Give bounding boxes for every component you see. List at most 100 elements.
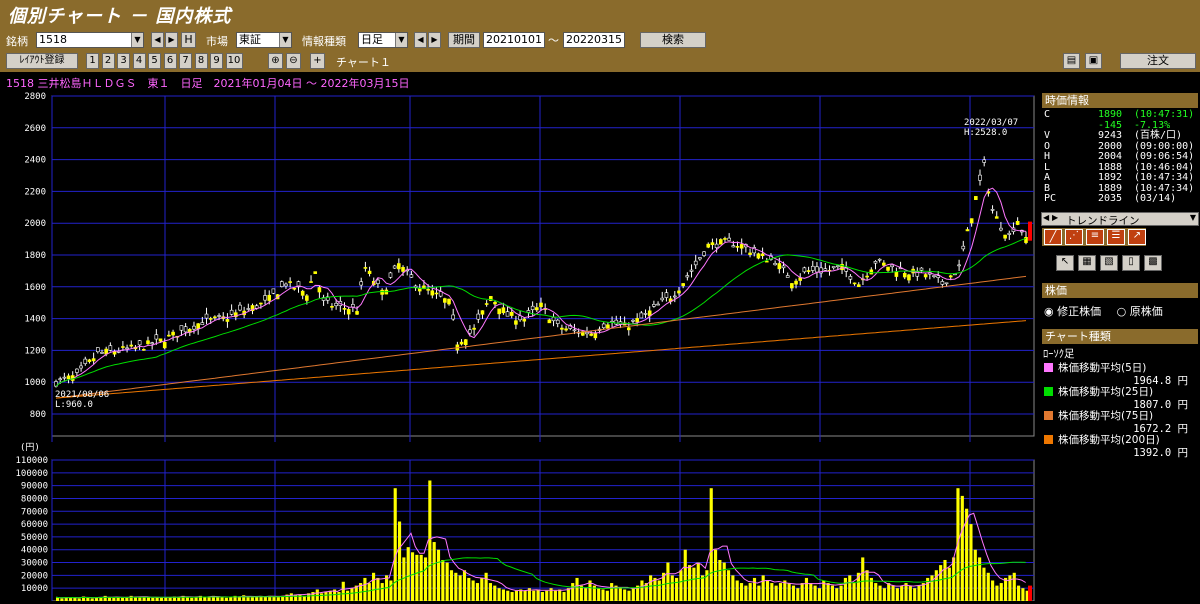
info-type-select[interactable]: 日足 ▼ — [358, 32, 408, 48]
retracement-tool-icon[interactable]: ☰ — [1107, 229, 1125, 245]
trendline-bar[interactable]: ◀ ▶ トレンドライン ▼ — [1041, 212, 1199, 227]
quote-time: (10:47:31) — [1134, 109, 1195, 120]
volume-bar — [796, 588, 800, 601]
order-button[interactable]: 注文 — [1120, 53, 1196, 69]
volume-bar — [185, 597, 189, 601]
candle-body — [171, 331, 175, 336]
chevron-left-icon[interactable]: ◀ — [1043, 213, 1049, 222]
layout-register-button[interactable]: ﾚｲｱｳﾄ登録 — [6, 53, 78, 69]
chevron-down-icon[interactable]: ▼ — [395, 33, 407, 47]
volume-bar — [999, 583, 1003, 601]
candle-body — [447, 298, 451, 305]
candle-body — [142, 349, 146, 351]
zoom-in-icon[interactable]: ⊕ — [268, 53, 283, 69]
chevron-right-icon[interactable]: ▶ — [1052, 213, 1058, 222]
volume-tick-label: 30000 — [21, 559, 48, 569]
zoom-out-icon[interactable]: ⊖ — [286, 53, 301, 69]
next-type-button[interactable]: ▶ — [428, 32, 441, 48]
volume-bar — [688, 565, 692, 601]
arrow-tool-icon[interactable]: ↗ — [1128, 229, 1146, 245]
volume-bar — [752, 577, 757, 601]
layout-button-9[interactable]: 9 — [210, 53, 223, 69]
chevron-down-icon[interactable]: ▼ — [131, 33, 143, 47]
next-symbol-button[interactable]: ▶ — [165, 32, 178, 48]
candle-body — [229, 309, 234, 315]
layout-button-10[interactable]: 10 — [225, 53, 243, 69]
volume-bar — [921, 583, 925, 601]
candle-body — [806, 270, 811, 272]
cursor-icon[interactable]: ↖ — [1056, 255, 1074, 271]
prev-type-button[interactable]: ◀ — [414, 32, 427, 48]
crosshair-icon[interactable]: + — [310, 53, 325, 69]
candle-body — [965, 229, 970, 232]
quote-value: 9243 — [1098, 130, 1123, 141]
volume-bar — [363, 577, 367, 601]
fan-tool-icon[interactable]: ⋰ — [1065, 229, 1083, 245]
preview-icon[interactable]: ▣ — [1085, 53, 1102, 69]
layout-button-2[interactable]: 2 — [101, 53, 115, 69]
volume-bar — [540, 592, 544, 601]
volume-bar — [770, 583, 774, 601]
candle-body — [560, 327, 564, 330]
ma-legend-item[interactable]: 株価移動平均(200日) 1392.0 円 — [1044, 431, 1196, 459]
layout-button-1[interactable]: 1 — [86, 53, 99, 69]
delete-icon[interactable]: ▯ — [1122, 255, 1140, 271]
candle-body — [902, 273, 907, 278]
volume-bar — [510, 592, 514, 601]
to-date-input[interactable]: 20220315 — [563, 32, 625, 48]
price-tick-label: 1200 — [24, 346, 46, 356]
price-type-options: ◉ 修正株価 ○ 原株価 — [1044, 303, 1163, 319]
candle-body — [756, 253, 761, 259]
layout-button-5[interactable]: 5 — [148, 53, 161, 69]
candle-body — [815, 266, 819, 273]
symbol-select[interactable]: 1518 ▼ — [36, 32, 144, 48]
candle-body — [718, 239, 723, 245]
chevron-down-icon[interactable]: ▼ — [279, 33, 291, 47]
candle-body — [890, 264, 895, 268]
layout-button-3[interactable]: 3 — [117, 53, 130, 69]
search-button[interactable]: 検索 — [640, 32, 706, 48]
volume-bar — [575, 577, 579, 601]
chart-area[interactable]: 800 1000 1200 1400 1600 1800 2000 2200 2400 2600 2… — [0, 92, 1040, 602]
volume-bar — [774, 585, 778, 601]
quote-key: C — [1044, 109, 1051, 120]
line-tool-icon[interactable]: ╱ — [1044, 229, 1062, 245]
price-plot-bg — [51, 95, 1035, 437]
from-date-input[interactable]: 20210101 — [483, 32, 545, 48]
candle-body — [631, 319, 635, 322]
candle-body — [710, 242, 715, 246]
paste-icon[interactable]: ▧ — [1100, 255, 1118, 271]
volume-tick-label: 90000 — [21, 482, 48, 492]
prev-symbol-button[interactable]: ◀ — [151, 32, 164, 48]
clear-all-icon[interactable]: ▩ — [1144, 255, 1162, 271]
layout-button-4[interactable]: 4 — [132, 53, 146, 69]
chevron-down-icon[interactable]: ▼ — [1190, 213, 1196, 222]
candle-body — [990, 209, 995, 211]
candle-body — [305, 295, 309, 301]
printer-icon[interactable]: ▤ — [1063, 53, 1080, 69]
candle-body — [794, 280, 798, 285]
radio-adjusted[interactable]: ◉ 修正株価 — [1044, 305, 1101, 318]
parallel-tool-icon[interactable]: ≡ — [1086, 229, 1104, 245]
candle-body — [355, 311, 359, 315]
price-volume-chart[interactable]: 800 1000 1200 1400 1600 1800 2000 2200 2400 2600 2… — [0, 92, 1040, 602]
candle-body — [363, 267, 368, 269]
volume-bar — [791, 585, 796, 601]
candle-body — [246, 308, 251, 310]
candle-body — [75, 368, 79, 373]
volume-bar — [666, 562, 670, 601]
copy-icon[interactable]: ▦ — [1078, 255, 1096, 271]
market-select[interactable]: 東証 ▼ — [236, 32, 292, 48]
candle-body — [121, 346, 125, 348]
h-button[interactable]: H — [181, 32, 196, 48]
volume-bar — [618, 588, 622, 601]
radio-original[interactable]: ○ 原株価 — [1117, 305, 1163, 318]
layout-button-8[interactable]: 8 — [194, 53, 208, 69]
candle-body — [969, 218, 974, 224]
layout-button-7[interactable]: 7 — [179, 53, 192, 69]
layout-button-6[interactable]: 6 — [163, 53, 177, 69]
candle-body — [183, 326, 188, 333]
volume-bar — [562, 592, 566, 601]
period-button[interactable]: 期間 — [448, 32, 480, 48]
volume-bar — [553, 590, 557, 601]
